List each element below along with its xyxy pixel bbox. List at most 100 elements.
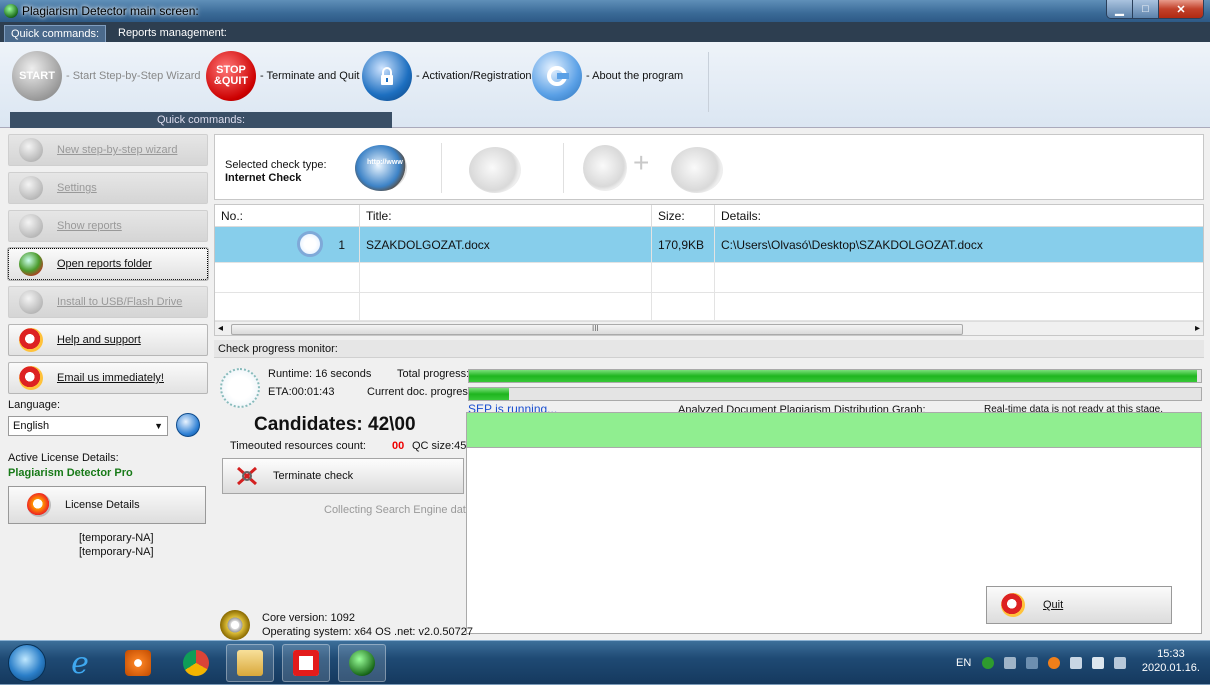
tray-orange-icon[interactable]: [1048, 657, 1060, 669]
input-language[interactable]: EN: [956, 657, 971, 669]
install-usb-button[interactable]: Install to USB/Flash Drive: [8, 286, 208, 318]
network-icon[interactable]: [1004, 657, 1016, 669]
globe-icon[interactable]: [176, 413, 200, 437]
tray-app-icon[interactable]: [982, 657, 994, 669]
display-icon[interactable]: [1114, 657, 1126, 669]
empty-cell: [215, 293, 360, 321]
activation-button[interactable]: - Activation/Registration: [362, 48, 532, 104]
table-row-empty: [215, 263, 1203, 293]
table-row-empty: [215, 293, 1203, 321]
empty-cell: [360, 263, 652, 293]
minimize-button[interactable]: ▁: [1107, 0, 1133, 18]
clock-time: 15:33: [1157, 648, 1185, 660]
settings-button[interactable]: Settings: [8, 172, 208, 204]
internet-check-disabled-icon: [583, 145, 627, 191]
flag-icon[interactable]: [1092, 657, 1104, 669]
taskbar-chrome[interactable]: [172, 644, 220, 682]
tray-monitor-icon[interactable]: [1026, 657, 1038, 669]
language-value: English: [13, 420, 50, 432]
column-header-title[interactable]: Title:: [360, 205, 652, 227]
terminate-check-button[interactable]: Terminate check: [222, 458, 464, 494]
empty-cell: [215, 263, 360, 293]
runtime-text: Runtime: 16 seconds: [268, 368, 372, 380]
scroll-thumb[interactable]: III: [231, 324, 963, 335]
show-reports-label: Show reports: [57, 220, 122, 232]
check-type-label: Selected check type:: [225, 159, 327, 171]
help-support-button[interactable]: Help and support: [8, 324, 208, 356]
window-title: Plagiarism Detector main screen:: [22, 4, 199, 18]
about-button[interactable]: - About the program: [532, 48, 683, 104]
lifebuoy-icon: [19, 366, 43, 390]
total-progress-fill: [469, 370, 1198, 382]
start-wizard-button[interactable]: START - Start Step-by-Step Wizard: [12, 48, 201, 104]
language-select[interactable]: English ▼: [8, 416, 168, 436]
folder-icon: [237, 650, 263, 676]
license-icon: [27, 493, 51, 517]
terminate-check-label: Terminate check: [273, 470, 354, 482]
taskbar-plagiarism-detector[interactable]: [338, 644, 386, 682]
wizard-icon: [19, 138, 43, 162]
email-us-label: Email us immediately!: [57, 372, 164, 384]
core-version: Core version: 1092: [262, 612, 355, 624]
column-header-size[interactable]: Size:: [652, 205, 715, 227]
terminate-quit-label: - Terminate and Quit: [260, 70, 360, 82]
title-bar[interactable]: Plagiarism Detector main screen: ▁ □ ✕: [0, 0, 1210, 22]
row-size: 170,9KB: [652, 227, 715, 263]
check-type-value: Internet Check: [225, 172, 302, 184]
license-details-button[interactable]: License Details: [8, 486, 206, 524]
empty-cell: [715, 293, 1203, 321]
row-no-cell: 1: [215, 227, 360, 263]
column-header-details[interactable]: Details:: [715, 205, 1203, 227]
database-combined-icon[interactable]: [671, 147, 723, 193]
maximize-button[interactable]: □: [1133, 0, 1159, 18]
table-row[interactable]: 1 SZAKDOLGOZAT.docx 170,9KB C:\Users\Olv…: [215, 227, 1203, 263]
check-type-bar: Selected check type: Internet Check http…: [214, 134, 1204, 200]
scroll-right-icon[interactable]: ▸: [1195, 323, 1200, 334]
quit-button[interactable]: Quit: [986, 586, 1172, 624]
open-reports-folder-button[interactable]: Open reports folder: [7, 247, 209, 281]
about-label: - About the program: [586, 70, 684, 82]
ribbon: START - Start Step-by-Step Wizard STOP &…: [0, 42, 1210, 128]
candidates-count: Candidates: 42\00: [254, 414, 416, 435]
taskbar-explorer[interactable]: [226, 644, 274, 682]
license-heading: Active License Details:: [8, 452, 119, 464]
new-wizard-button[interactable]: New step-by-step wizard: [8, 134, 208, 166]
tab-reports-management[interactable]: Reports management:: [112, 25, 233, 42]
taskbar-media-player[interactable]: [114, 644, 162, 682]
taskbar: e EN 15:33 2020.01.16.: [0, 640, 1210, 684]
taskbar-app[interactable]: [282, 644, 330, 682]
taskbar-ie[interactable]: e: [56, 644, 104, 682]
column-header-no[interactable]: No.:: [215, 205, 360, 227]
current-progress-fill: [469, 388, 510, 400]
total-progress-label: Total progress:: [397, 368, 470, 380]
help-support-label: Help and support: [57, 334, 141, 346]
close-button[interactable]: ✕: [1159, 0, 1203, 18]
internet-check-icon[interactable]: http://www: [355, 145, 407, 191]
database-check-icon[interactable]: [469, 147, 521, 193]
email-us-button[interactable]: Email us immediately!: [8, 362, 208, 394]
usb-icon: [19, 290, 43, 314]
url-badge: http://www: [367, 159, 403, 166]
documents-table: No.: Title: Size: Details: 1 SZAKDOLGOZA…: [214, 204, 1204, 336]
app-icon: [4, 4, 18, 18]
windows-start-icon[interactable]: [8, 644, 46, 682]
sidebar: New step-by-step wizard Settings Show re…: [7, 134, 209, 634]
settings-label: Settings: [57, 182, 97, 194]
install-usb-label: Install to USB/Flash Drive: [57, 296, 183, 308]
empty-cell: [360, 293, 652, 321]
scroll-left-icon[interactable]: ◂: [218, 323, 223, 334]
terminate-quit-button[interactable]: STOP &QUIT - Terminate and Quit: [206, 48, 359, 104]
media-player-icon: [125, 650, 151, 676]
horizontal-scrollbar[interactable]: ◂ III ▸: [215, 321, 1203, 335]
license-line: [temporary-NA]: [79, 532, 154, 544]
empty-cell: [652, 263, 715, 293]
about-icon: [532, 51, 582, 101]
quit-label: Quit: [1043, 599, 1064, 611]
tab-quick-commands[interactable]: Quick commands:: [4, 25, 107, 42]
clock[interactable]: 15:33 2020.01.16.: [1142, 647, 1200, 675]
volume-icon[interactable]: [1070, 657, 1082, 669]
ribbon-divider: [708, 52, 709, 112]
loading-spinner-icon: [220, 368, 260, 408]
show-reports-button[interactable]: Show reports: [8, 210, 208, 242]
row-details: C:\Users\Olvasó\Desktop\SZAKDOLGOZAT.doc…: [715, 227, 1203, 263]
